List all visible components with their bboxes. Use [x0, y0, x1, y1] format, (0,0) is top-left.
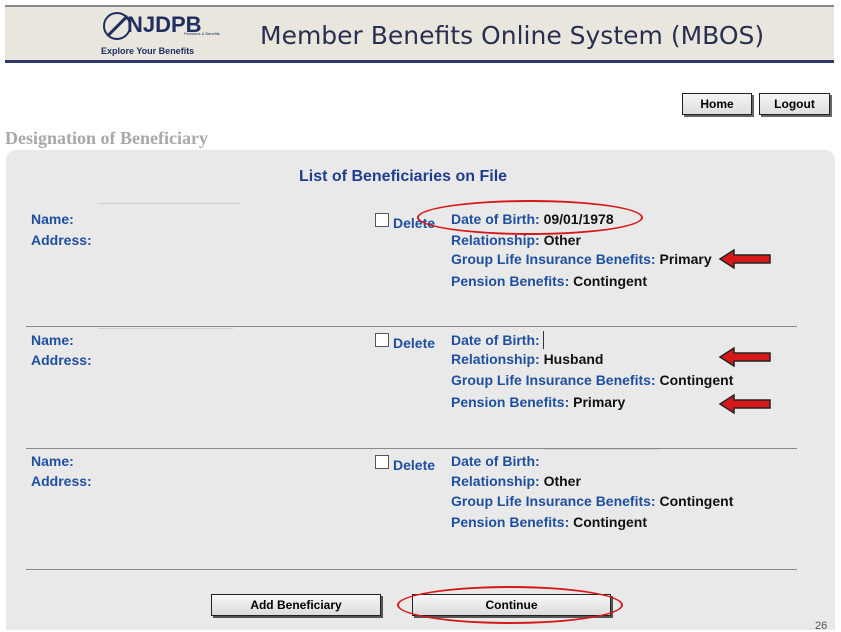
annotation-ellipse-continue	[397, 586, 623, 624]
separator	[26, 569, 797, 570]
dob-row: Date of Birth:	[451, 332, 540, 348]
relationship-row: Relationship: Other	[451, 473, 581, 489]
pension-label: Pension Benefits:	[451, 273, 570, 289]
address-label: Address:	[31, 473, 92, 489]
dob-label: Date of Birth:	[451, 332, 540, 348]
redacted-name	[98, 203, 240, 204]
life-row: Group Life Insurance Benefits: Contingen…	[451, 372, 733, 388]
relationship-row: Relationship: Husband	[451, 351, 603, 367]
list-title: List of Beneficiaries on File	[299, 168, 508, 185]
delete-checkbox[interactable]	[375, 213, 389, 227]
delete-label: Delete	[393, 457, 436, 473]
life-label: Group Life Insurance Benefits:	[451, 493, 656, 509]
life-value: Contingent	[659, 372, 734, 388]
delete-label: Delete	[393, 335, 436, 351]
redacted-name	[98, 328, 233, 329]
annotation-ellipse-dob	[417, 200, 643, 235]
relationship-value: Other	[543, 473, 581, 489]
life-label: Group Life Insurance Benefits:	[451, 372, 656, 388]
logout-button[interactable]: Logout	[759, 93, 830, 115]
annotation-arrow-icon	[718, 249, 771, 269]
life-value: Primary	[659, 251, 712, 267]
pension-label: Pension Benefits:	[451, 394, 570, 410]
life-row: Group Life Insurance Benefits: Primary	[451, 251, 712, 267]
relationship-label: Relationship:	[451, 473, 540, 489]
name-label: Name:	[31, 332, 74, 348]
logo-tagline: Explore Your Benefits	[101, 46, 195, 56]
pension-value: Primary	[573, 394, 626, 410]
separator	[26, 326, 797, 327]
relationship-value: Husband	[543, 351, 604, 367]
app-header: NJDPB Pensions & Benefits Explore Your B…	[5, 5, 834, 63]
logo-small-text: Pensions & Benefits	[184, 31, 220, 36]
pension-row: Pension Benefits: Primary	[451, 394, 625, 410]
page-number: 26	[815, 620, 828, 632]
name-label: Name:	[31, 453, 74, 469]
pension-value: Contingent	[573, 273, 648, 289]
njdpb-logo: NJDPB Pensions & Benefits Explore Your B…	[100, 10, 220, 60]
life-value: Contingent	[659, 493, 734, 509]
home-button[interactable]: Home	[682, 93, 752, 115]
dob-label: Date of Birth:	[451, 453, 540, 469]
page-title: Designation of Beneficiary	[5, 128, 208, 148]
relationship-label: Relationship:	[451, 351, 540, 367]
delete-checkbox[interactable]	[375, 333, 389, 347]
add-beneficiary-button[interactable]: Add Beneficiary	[211, 594, 381, 616]
life-label: Group Life Insurance Benefits:	[451, 251, 656, 267]
address-label: Address:	[31, 232, 92, 248]
delete-checkbox[interactable]	[375, 455, 389, 469]
text-cursor	[543, 331, 544, 349]
annotation-arrow-icon	[718, 394, 771, 414]
dob-row: Date of Birth:	[451, 453, 540, 469]
pension-value: Contingent	[573, 514, 648, 530]
pension-row: Pension Benefits: Contingent	[451, 514, 647, 530]
pension-row: Pension Benefits: Contingent	[451, 273, 647, 289]
separator	[26, 448, 797, 449]
pension-label: Pension Benefits:	[451, 514, 570, 530]
name-label: Name:	[31, 211, 74, 227]
annotation-arrow-icon	[718, 347, 771, 367]
app-title: Member Benefits Online System (MBOS)	[260, 21, 765, 50]
redacted-dob	[543, 449, 658, 450]
life-row: Group Life Insurance Benefits: Contingen…	[451, 493, 733, 509]
address-label: Address:	[31, 352, 92, 368]
